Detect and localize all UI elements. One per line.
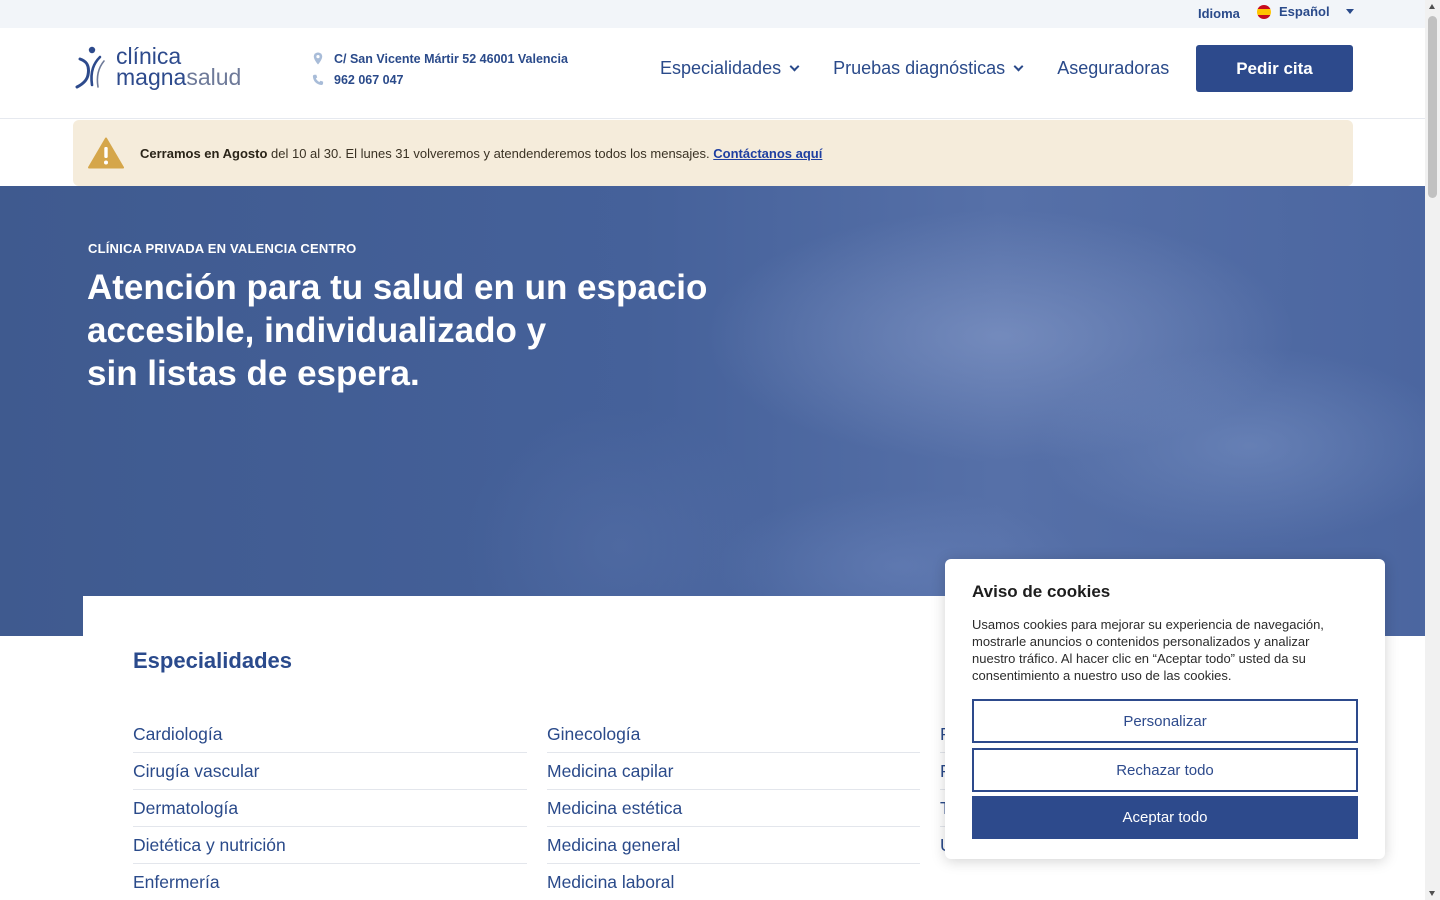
hero-kicker: CLÍNICA PRIVADA EN VALENCIA CENTRO — [88, 241, 357, 256]
hero-title-line-3: sin listas de espera. — [87, 354, 420, 393]
spain-flag-icon — [1257, 4, 1271, 19]
list-item[interactable]: Enfermería — [133, 864, 527, 900]
logo[interactable]: clínica magnasalud — [74, 45, 241, 89]
main-nav: Especialidades Pruebas diagnósticas Aseg… — [660, 56, 1169, 80]
chevron-down-icon — [789, 61, 800, 71]
logo-text: clínica magnasalud — [116, 45, 242, 90]
list-item[interactable]: Dermatología — [133, 790, 527, 827]
hero-title: Atención para tu salud en un espacio acc… — [87, 266, 727, 395]
specialties-column-2: Ginecología Medicina capilar Medicina es… — [547, 716, 920, 900]
list-item[interactable]: Medicina estética — [547, 790, 920, 827]
cookie-body: Usamos cookies para mejorar su experienc… — [972, 617, 1324, 683]
warning-icon — [88, 137, 124, 169]
list-item[interactable]: Medicina general — [547, 827, 920, 864]
language-label: Idioma — [1198, 6, 1240, 21]
notice-message: Cerramos en Agosto del 10 al 30. El lune… — [140, 146, 822, 161]
cookie-title: Aviso de cookies — [972, 582, 1111, 601]
scrollbar-thumb[interactable] — [1428, 16, 1437, 198]
list-item[interactable]: Medicina capilar — [547, 753, 920, 790]
logo-line-2a: magna — [116, 64, 187, 90]
list-item[interactable]: Ginecología — [547, 716, 920, 753]
specialties-title: Especialidades — [133, 648, 292, 673]
pedir-cita-button[interactable]: Pedir cita — [1196, 45, 1353, 92]
language-value: Español — [1279, 4, 1330, 19]
scrollbar[interactable] — [1425, 0, 1440, 900]
list-item[interactable]: Medicina laboral — [547, 864, 920, 900]
cookie-dialog: Aviso de cookies Usamos cookies para mej… — [945, 559, 1385, 859]
specialties-column-1: Cardiología Cirugía vascular Dermatologí… — [133, 716, 527, 900]
hero-title-line-1: Atención para tu salud en un espacio — [87, 268, 708, 307]
language-selector[interactable]: Español — [1257, 4, 1354, 19]
notice-text: del 10 al 30. El lunes 31 volveremos y a… — [267, 145, 714, 161]
scroll-down-icon[interactable] — [1429, 891, 1435, 896]
address-text[interactable]: C/ San Vicente Mártir 52 46001 Valencia — [334, 52, 568, 66]
customize-button[interactable]: Personalizar — [972, 699, 1358, 743]
contact-info: C/ San Vicente Mártir 52 46001 Valencia … — [312, 48, 568, 90]
notice-bold: Cerramos en Agosto — [140, 145, 268, 161]
accept-all-button[interactable]: Aceptar todo — [972, 796, 1358, 839]
list-item[interactable]: Cirugía vascular — [133, 753, 527, 790]
nav-especialidades[interactable]: Especialidades — [660, 57, 800, 79]
list-item[interactable]: Cardiología — [133, 716, 527, 753]
contact-link[interactable]: Contáctanos aquí — [713, 146, 822, 161]
nav-pruebas-label: Pruebas diagnósticas — [833, 57, 1006, 78]
site-header: clínica magnasalud C/ San Vicente Mártir… — [0, 28, 1425, 119]
caret-down-icon — [1345, 9, 1354, 14]
nav-pruebas-diagnosticas[interactable]: Pruebas diagnósticas — [833, 57, 1024, 79]
scroll-up-icon[interactable] — [1429, 4, 1435, 9]
hero-title-line-2: accesible, individualizado y — [87, 311, 547, 350]
nav-aseguradoras[interactable]: Aseguradoras — [1057, 58, 1169, 79]
closure-notice: Cerramos en Agosto del 10 al 30. El lune… — [73, 120, 1353, 186]
top-bar: Idioma Español — [0, 0, 1425, 28]
nav-especialidades-label: Especialidades — [660, 57, 782, 78]
logo-line-2b: salud — [186, 64, 242, 90]
list-item[interactable]: Dietética y nutrición — [133, 827, 527, 864]
phone-text[interactable]: 962 067 047 — [334, 73, 404, 87]
location-pin-icon — [312, 52, 324, 65]
nav-aseguradoras-label: Aseguradoras — [1057, 57, 1170, 78]
phone-icon — [312, 74, 324, 86]
reject-all-button[interactable]: Rechazar todo — [972, 748, 1358, 792]
logo-figure-icon — [75, 46, 105, 89]
chevron-down-icon — [1013, 61, 1024, 71]
